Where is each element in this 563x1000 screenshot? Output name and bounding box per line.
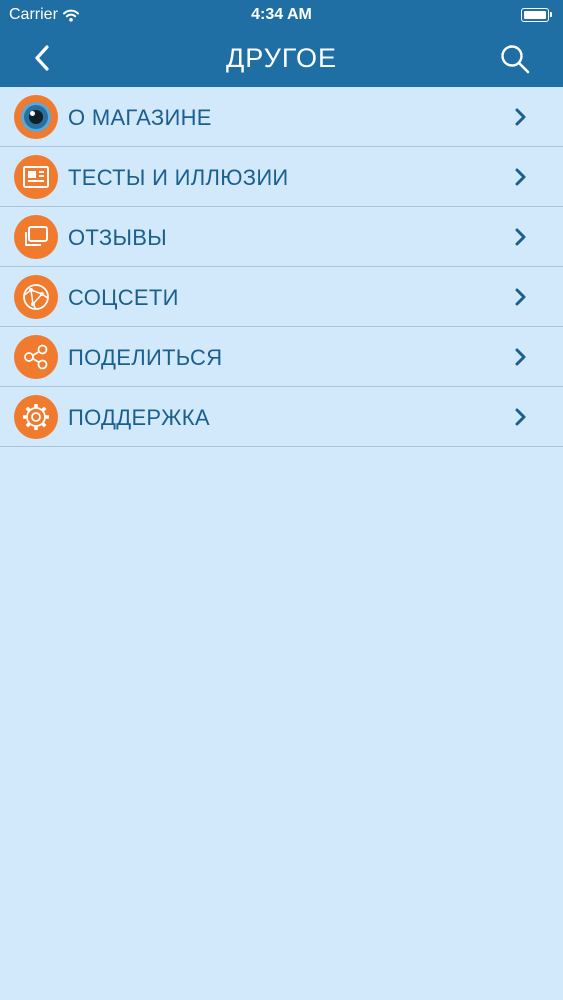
menu-item-label: ОТЗЫВЫ [68, 225, 168, 250]
gear-icon [14, 395, 58, 439]
chevron-right-icon [515, 108, 526, 126]
menu-item-label: СОЦСЕТИ [68, 285, 179, 310]
menu-item-support[interactable]: ПОДДЕРЖКА [0, 387, 563, 447]
menu-item-share[interactable]: ПОДЕЛИТЬСЯ [0, 327, 563, 387]
menu-list: О МАГАЗИНЕ ТЕСТЫ И ИЛЛЮЗИИ ОТЗЫВЫ СОЦСЕТ… [0, 87, 563, 447]
chevron-right-icon [515, 408, 526, 426]
chevron-right-icon [515, 348, 526, 366]
network-icon [14, 275, 58, 319]
status-time: 4:34 AM [251, 6, 312, 23]
share-icon [14, 335, 58, 379]
chat-icon [14, 215, 58, 259]
newspaper-icon [14, 155, 58, 199]
search-icon [501, 45, 530, 74]
nav-bar: ДРУГОЕ [0, 30, 563, 87]
page-title: ДРУГОЕ [226, 43, 337, 73]
status-bar: Carrier 4:34 AM [0, 0, 563, 30]
menu-item-label: ПОДДЕРЖКА [68, 405, 210, 430]
eye-icon [14, 95, 58, 139]
menu-item-social-networks[interactable]: СОЦСЕТИ [0, 267, 563, 327]
chevron-right-icon [515, 228, 526, 246]
menu-item-label: ПОДЕЛИТЬСЯ [68, 345, 223, 370]
menu-item-label: О МАГАЗИНЕ [68, 105, 212, 130]
menu-item-label: ТЕСТЫ И ИЛЛЮЗИИ [68, 165, 289, 190]
app-header: Carrier 4:34 AM ДРУГОЕ [0, 0, 563, 87]
menu-item-about-store[interactable]: О МАГАЗИНЕ [0, 87, 563, 147]
battery-icon [521, 8, 552, 22]
menu-item-tests-illusions[interactable]: ТЕСТЫ И ИЛЛЮЗИИ [0, 147, 563, 207]
menu-item-reviews[interactable]: ОТЗЫВЫ [0, 207, 563, 267]
chevron-right-icon [515, 288, 526, 306]
search-button[interactable] [495, 39, 535, 79]
chevron-right-icon [515, 168, 526, 186]
